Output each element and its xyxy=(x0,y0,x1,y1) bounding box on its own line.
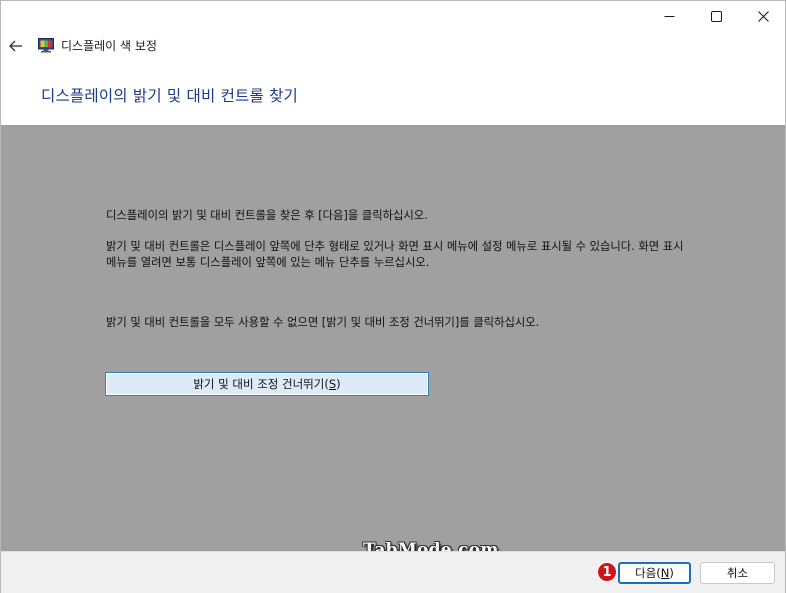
display-color-icon xyxy=(38,38,54,53)
next-button-accel: N xyxy=(660,566,670,580)
cancel-button-label: 취소 xyxy=(726,566,749,580)
back-arrow-icon[interactable] xyxy=(8,38,24,54)
next-button[interactable]: 다음(N) xyxy=(618,562,691,584)
minimize-button[interactable] xyxy=(646,1,692,32)
instruction-text-2: 밝기 및 대비 컨트롤은 디스플레이 앞쪽에 단추 형태로 있거나 화면 표시 … xyxy=(106,240,684,269)
instruction-text-3: 밝기 및 대비 컨트롤을 모두 사용할 수 없으면 [밝기 및 대비 조정 건너… xyxy=(106,316,540,329)
skip-brightness-contrast-button[interactable]: 밝기 및 대비 조정 건너뛰기(S) xyxy=(105,372,429,396)
page-heading: 디스플레이의 밝기 및 대비 컨트롤 찾기 xyxy=(41,87,298,105)
footer-bar: 1 다음(N) 취소 xyxy=(1,551,785,593)
instruction-text-1: 디스플레이의 밝기 및 대비 컨트롤을 찾은 후 [다음]을 클릭하십시오. xyxy=(106,209,428,222)
skip-button-label: 밝기 및 대비 조정 건너뛰기 xyxy=(193,377,325,391)
minimize-icon xyxy=(664,16,674,17)
app-title: 디스플레이 색 보정 xyxy=(61,39,157,53)
next-button-label: 다음 xyxy=(635,566,657,580)
close-icon xyxy=(757,11,769,22)
color-calibration-window: 디스플레이 색 보정 디스플레이의 밝기 및 대비 컨트롤 찾기 디스플레이의 … xyxy=(0,0,786,593)
close-button[interactable] xyxy=(740,1,786,32)
cancel-button[interactable]: 취소 xyxy=(700,562,775,584)
content-area: 디스플레이의 밝기 및 대비 컨트롤을 찾은 후 [다음]을 클릭하십시오. 밝… xyxy=(1,125,785,560)
skip-button-accel: S xyxy=(328,377,337,391)
step-badge: 1 xyxy=(597,562,617,582)
maximize-icon xyxy=(710,11,722,22)
maximize-button[interactable] xyxy=(693,1,739,32)
